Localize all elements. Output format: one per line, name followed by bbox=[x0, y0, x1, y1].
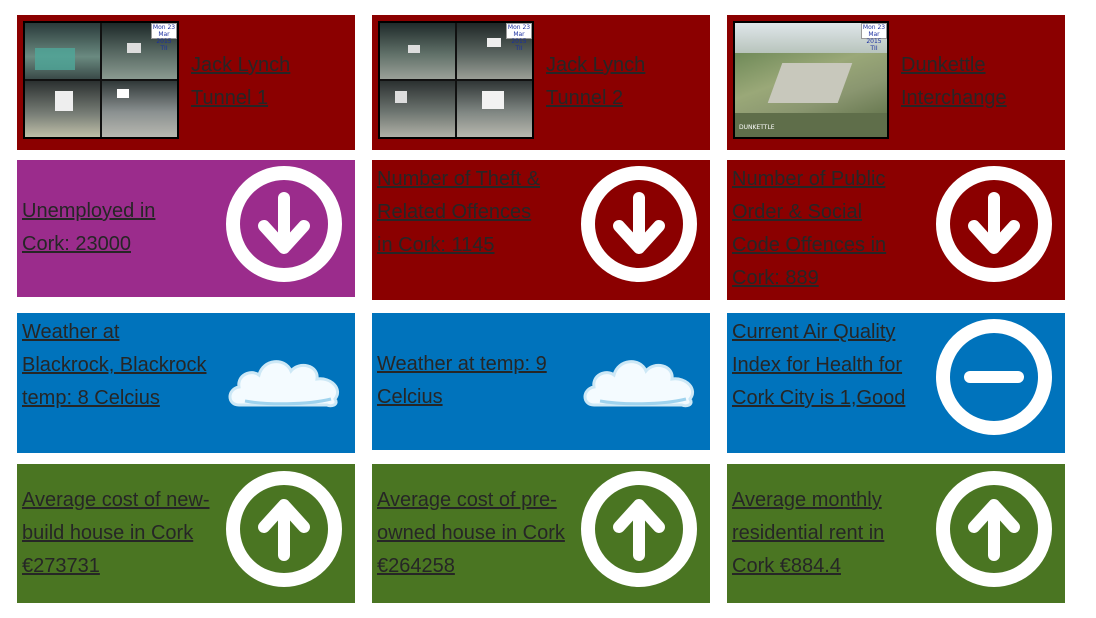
stat-link-public-order-offences[interactable]: Number of Public Order & Social Code Off… bbox=[732, 163, 907, 295]
camera-link-dunkettle-interchange[interactable]: Dunkettle Interchange bbox=[901, 49, 1041, 115]
arrow-down-icon bbox=[226, 166, 342, 282]
stat-tile-public-order: Number of Public Order & Social Code Off… bbox=[727, 160, 1065, 300]
minus-icon bbox=[936, 319, 1052, 435]
camera-timestamp-badge: Mon 23 Mar 2015 TII bbox=[506, 23, 532, 52]
housing-link-new-build[interactable]: Average cost of new-build house in Cork … bbox=[22, 484, 212, 583]
air-quality-tile: Current Air Quality Index for Health for… bbox=[727, 313, 1065, 453]
cloud-icon bbox=[583, 360, 695, 408]
camera-thumbnail-1[interactable]: Mon 23 Mar 2015 TII bbox=[23, 21, 179, 139]
camera-link-jack-lynch-tunnel-1[interactable]: Jack Lynch Tunnel 1 bbox=[191, 49, 331, 115]
weather-link-blackrock[interactable]: Weather at Blackrock, Blackrock temp: 8 … bbox=[22, 316, 207, 415]
stat-link-theft-offences[interactable]: Number of Theft & Related Offences in Co… bbox=[377, 163, 552, 262]
cloud-icon bbox=[228, 360, 340, 408]
housing-link-rent[interactable]: Average monthly residential rent in Cork… bbox=[732, 484, 922, 583]
housing-tile-new-build: Average cost of new-build house in Cork … bbox=[17, 464, 355, 603]
arrow-up-icon bbox=[226, 471, 342, 587]
camera-tile-1: Mon 23 Mar 2015 TII Jack Lynch Tunnel 1 bbox=[17, 15, 355, 150]
arrow-up-icon bbox=[581, 471, 697, 587]
camera-thumbnail-3[interactable]: DUNKETTLE Mon 23 Mar 2015 TII bbox=[733, 21, 889, 139]
housing-link-pre-owned[interactable]: Average cost of pre-owned house in Cork … bbox=[377, 484, 567, 583]
camera-timestamp-badge: Mon 23 Mar 2015 TII bbox=[861, 23, 887, 52]
camera-timestamp-badge: Mon 23 Mar 2015 TII bbox=[151, 23, 177, 52]
housing-tile-pre-owned: Average cost of pre-owned house in Cork … bbox=[372, 464, 710, 603]
camera-link-jack-lynch-tunnel-2[interactable]: Jack Lynch Tunnel 2 bbox=[546, 49, 686, 115]
camera-tile-3: DUNKETTLE Mon 23 Mar 2015 TII Dunkettle … bbox=[727, 15, 1065, 150]
arrow-down-icon bbox=[581, 166, 697, 282]
camera-overlay-label: DUNKETTLE bbox=[739, 124, 775, 131]
weather-tile-2: Weather at temp: 9 Celcius bbox=[372, 313, 710, 450]
stat-link-unemployed[interactable]: Unemployed in Cork: 23000 bbox=[22, 195, 182, 261]
weather-tile-blackrock: Weather at Blackrock, Blackrock temp: 8 … bbox=[17, 313, 355, 453]
camera-thumbnail-2[interactable]: Mon 23 Mar 2015 TII bbox=[378, 21, 534, 139]
weather-link-2[interactable]: Weather at temp: 9 Celcius bbox=[377, 348, 562, 414]
stat-tile-theft: Number of Theft & Related Offences in Co… bbox=[372, 160, 710, 300]
housing-tile-rent: Average monthly residential rent in Cork… bbox=[727, 464, 1065, 603]
camera-tile-2: Mon 23 Mar 2015 TII Jack Lynch Tunnel 2 bbox=[372, 15, 710, 150]
stat-tile-unemployed: Unemployed in Cork: 23000 bbox=[17, 160, 355, 297]
arrow-down-icon bbox=[936, 166, 1052, 282]
air-quality-link[interactable]: Current Air Quality Index for Health for… bbox=[732, 316, 927, 415]
arrow-up-icon bbox=[936, 471, 1052, 587]
